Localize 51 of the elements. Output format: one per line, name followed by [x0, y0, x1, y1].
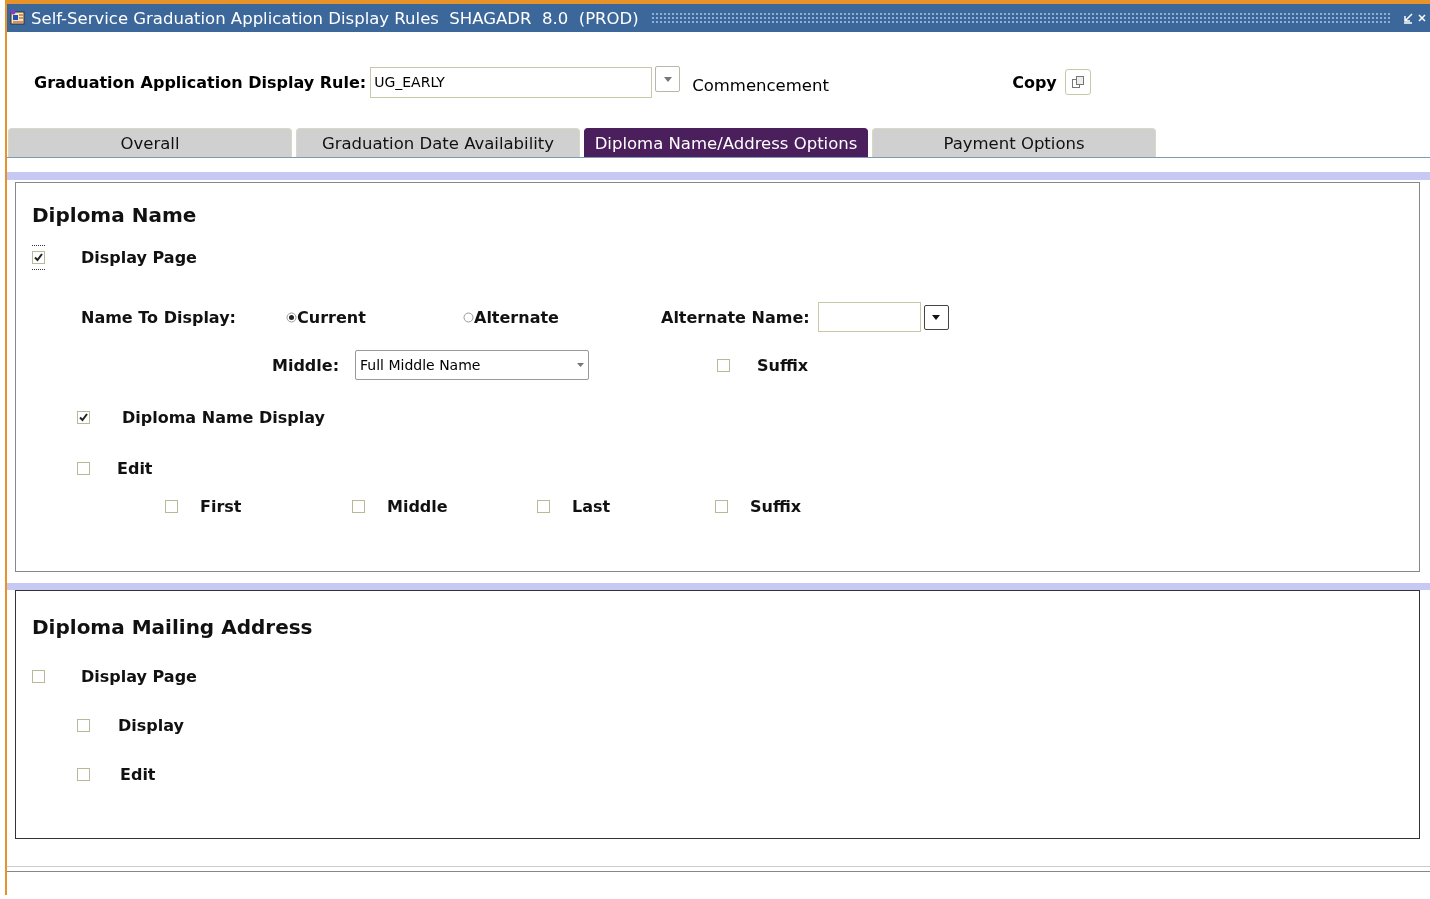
caret-icon — [663, 76, 672, 82]
checkbox[interactable] — [715, 500, 728, 513]
checkbox-label: Last — [572, 497, 611, 516]
checkbox[interactable] — [77, 768, 90, 781]
tab[interactable]: Overall — [8, 128, 292, 157]
checkbox-label: First — [200, 497, 242, 516]
app-icon — [9, 9, 27, 27]
window-title: Self-Service Graduation Application Display Rules SHAGADR 8.0 (PROD) — [31, 8, 639, 28]
caret-icon — [932, 314, 941, 320]
field-label: Alternate Name: — [661, 307, 810, 327]
copy-label: Copy — [1012, 72, 1057, 92]
radio-button[interactable] — [463, 311, 474, 323]
radio-button[interactable] — [286, 311, 297, 323]
copy-icon — [1070, 75, 1085, 89]
rule-input-field[interactable]: UG_EARLY — [370, 66, 653, 98]
section-title: Diploma Mailing Address — [32, 615, 313, 639]
checkbox-label: Edit — [117, 459, 153, 478]
checkbox[interactable] — [717, 358, 731, 372]
checkbox[interactable] — [352, 500, 365, 513]
radio-label: Alternate — [474, 307, 559, 327]
checkbox-label: Middle — [387, 497, 448, 516]
tab[interactable]: Graduation Date Availability — [296, 128, 580, 157]
caret-icon — [577, 363, 585, 367]
checkbox-label: Display Page — [81, 667, 197, 686]
close-icon[interactable] — [1418, 12, 1426, 24]
checkbox[interactable] — [32, 251, 45, 264]
copy-button[interactable] — [1064, 69, 1091, 95]
section-title: Diploma Name — [32, 203, 197, 227]
rule-description: Commencement — [692, 75, 830, 95]
checkbox[interactable] — [77, 462, 90, 475]
checkbox[interactable] — [77, 719, 90, 732]
rule-label: Graduation Application Display Rule: — [34, 72, 367, 92]
alternate-name-field[interactable] — [817, 302, 921, 332]
checkbox-label: Display — [118, 716, 184, 735]
checkbox[interactable] — [77, 411, 90, 424]
field-label: Name To Display: — [81, 307, 236, 327]
dropdown-button[interactable] — [923, 304, 949, 330]
checkbox[interactable] — [165, 500, 178, 513]
checkbox-label: Suffix — [757, 355, 809, 375]
checkbox-label: Diploma Name Display — [122, 408, 325, 427]
checkbox[interactable] — [537, 500, 550, 513]
checkbox-label: Suffix — [750, 497, 802, 516]
tab[interactable]: Diploma Name/Address Options — [584, 128, 868, 157]
radio-label: Current — [297, 307, 366, 327]
checkbox[interactable] — [32, 670, 45, 683]
tab[interactable]: Payment Options — [872, 128, 1156, 157]
field-label: Middle: — [272, 355, 340, 375]
minimize-icon[interactable] — [1402, 12, 1414, 24]
middle-name-select[interactable]: Full Middle Name — [355, 350, 590, 380]
checkbox-label: Display Page — [81, 248, 197, 267]
checkbox-label: Edit — [120, 765, 156, 784]
